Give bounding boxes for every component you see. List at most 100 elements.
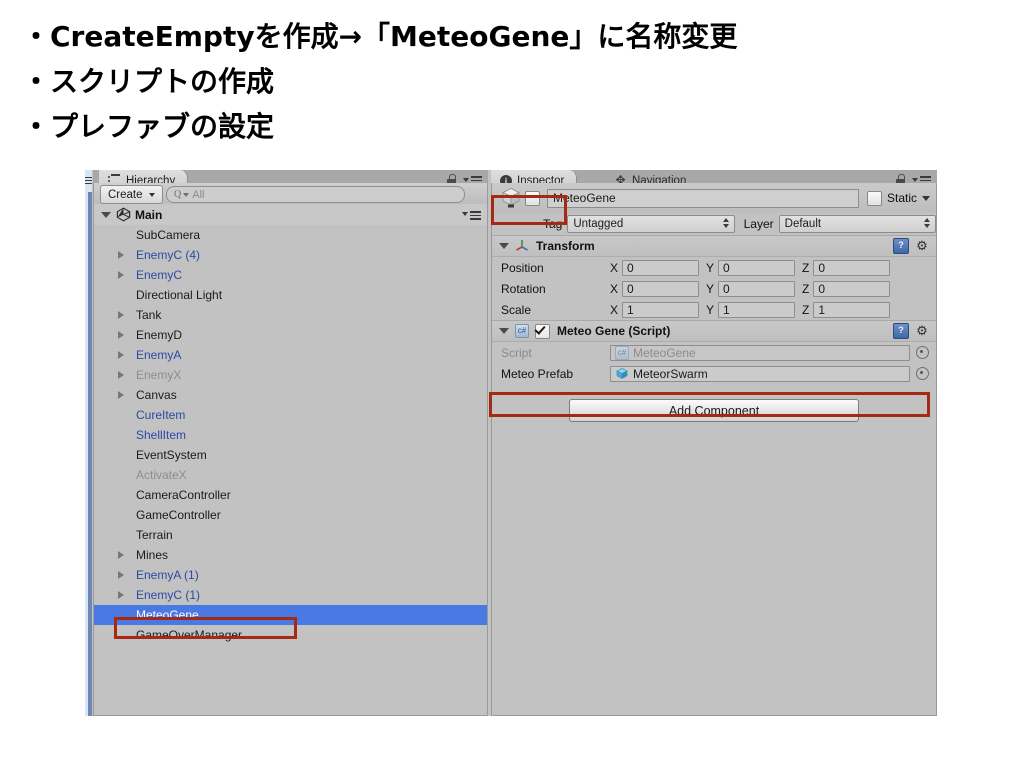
hierarchy-item[interactable]: EnemyA (1) (94, 565, 487, 585)
script-object-picker-icon[interactable] (916, 346, 929, 359)
hierarchy-item[interactable]: Terrain (94, 525, 487, 545)
layer-dropdown[interactable]: Default (778, 214, 936, 233)
left-strip-menu-icon[interactable] (85, 175, 92, 184)
help-icon[interactable]: ? (893, 238, 909, 254)
transform-axis-x-group: X0 (610, 280, 700, 297)
hierarchy-item[interactable]: EnemyC (4) (94, 245, 487, 265)
hierarchy-item-label: GameOverManager (136, 628, 243, 642)
transform-expand-triangle-icon[interactable] (499, 243, 509, 249)
axis-label-x: X (610, 302, 619, 317)
transform-x-input[interactable]: 0 (622, 280, 700, 297)
transform-y-input[interactable]: 0 (718, 259, 796, 276)
meteo-prefab-object-field[interactable]: MeteorSwarm (610, 365, 910, 382)
meteo-prefab-value: MeteorSwarm (633, 366, 708, 381)
hierarchy-item[interactable]: GameOverManager (94, 625, 487, 645)
transform-x-value: 0 (627, 281, 634, 296)
hierarchy-item[interactable]: ShellItem (94, 425, 487, 445)
static-dropdown-chevron-icon[interactable] (922, 195, 930, 201)
expand-triangle-icon[interactable] (118, 571, 124, 579)
meteo-prefab-row: Meteo Prefab MeteorSwarm (492, 363, 936, 384)
script-expand-triangle-icon[interactable] (499, 328, 509, 334)
bullet-line-1: ・CreateEmptyを作成→「MeteoGene」に名称変更 (22, 20, 738, 53)
hierarchy-item-label: ActivateX (136, 468, 187, 482)
hierarchy-panel: Hierarchy Create Q All Main SubCamera En… (93, 170, 488, 716)
script-object-value: MeteoGene (633, 345, 696, 360)
scene-row-main[interactable]: Main (94, 204, 487, 226)
create-button[interactable]: Create (100, 185, 163, 204)
expand-triangle-icon[interactable] (118, 271, 124, 279)
add-component-button[interactable]: Add Component (569, 399, 859, 422)
expand-triangle-icon[interactable] (118, 591, 124, 599)
hierarchy-item[interactable]: EnemyC (94, 265, 487, 285)
gameobject-header: MeteoGene Static (492, 183, 936, 213)
hierarchy-item[interactable]: ActivateX (94, 465, 487, 485)
script-component-header[interactable]: c# Meteo Gene (Script) ? ⚙ (492, 320, 936, 342)
hierarchy-item[interactable]: Directional Light (94, 285, 487, 305)
slide-root: ・CreateEmptyを作成→「MeteoGene」に名称変更 ・スクリプトの… (0, 0, 1024, 768)
hierarchy-item[interactable]: MeteoGene (94, 605, 487, 625)
hierarchy-item[interactable]: EnemyC (1) (94, 585, 487, 605)
static-checkbox[interactable] (866, 190, 882, 206)
script-header-icons: ? ⚙ (893, 323, 929, 339)
hierarchy-item[interactable]: Canvas (94, 385, 487, 405)
expand-triangle-icon[interactable] (118, 551, 124, 559)
tag-dropdown[interactable]: Untagged (567, 214, 735, 233)
hierarchy-item[interactable]: EnemyA (94, 345, 487, 365)
transform-z-input[interactable]: 1 (813, 301, 891, 318)
expand-triangle-icon[interactable] (118, 391, 124, 399)
expand-triangle-icon[interactable] (118, 251, 124, 259)
gameobject-active-checkbox[interactable] (525, 190, 540, 206)
search-icon: Q (174, 189, 182, 200)
transform-z-value: 0 (818, 281, 826, 296)
transform-component-header[interactable]: Transform ? ⚙ (492, 235, 936, 257)
transform-y-input[interactable]: 1 (718, 301, 796, 318)
hierarchy-item-list[interactable]: SubCamera EnemyC (4) EnemyC Directional Lig… (94, 225, 487, 715)
transform-z-input[interactable]: 0 (813, 280, 891, 297)
scene-expand-triangle-icon[interactable] (101, 211, 111, 218)
transform-x-input[interactable]: 1 (622, 301, 700, 318)
transform-axis-y-group: Y0 (706, 259, 796, 276)
scene-options-menu-icon[interactable] (462, 209, 481, 220)
expand-triangle-icon[interactable] (118, 331, 124, 339)
transform-y-value: 0 (723, 260, 730, 275)
bullet-list: ・CreateEmptyを作成→「MeteoGene」に名称変更 ・スクリプトの… (22, 14, 1002, 149)
hierarchy-item[interactable]: Tank (94, 305, 487, 325)
hierarchy-item[interactable]: Mines (94, 545, 487, 565)
gameobject-cube-icon (498, 186, 525, 210)
gear-icon[interactable]: ⚙ (915, 324, 929, 338)
hierarchy-item[interactable]: EventSystem (94, 445, 487, 465)
axis-label-z: Z (802, 302, 810, 317)
transform-row: Rotation X 0 Y 0 Z 0 (492, 278, 936, 299)
hierarchy-item-label: CameraController (136, 488, 231, 502)
gear-icon[interactable]: ⚙ (915, 239, 929, 253)
transform-y-input[interactable]: 0 (718, 280, 796, 297)
expand-triangle-icon[interactable] (118, 311, 124, 319)
script-enabled-checkbox[interactable] (535, 323, 550, 339)
meteo-prefab-label: Meteo Prefab (501, 366, 574, 381)
hierarchy-item-label: Tank (136, 308, 162, 322)
hierarchy-item[interactable]: SubCamera (94, 225, 487, 245)
static-label: Static (886, 191, 917, 205)
help-icon[interactable]: ? (893, 323, 909, 339)
unity-editor-window: Hierarchy Create Q All Main SubCamera En… (85, 170, 937, 716)
transform-z-input[interactable]: 0 (813, 259, 891, 276)
hierarchy-item[interactable]: GameController (94, 505, 487, 525)
tag-layer-row: Tag Untagged Layer Default (492, 213, 936, 234)
hierarchy-item[interactable]: EnemyX (94, 365, 487, 385)
search-filter-chevron-icon (183, 192, 190, 197)
layer-label: Layer (743, 216, 774, 231)
unity-scene-icon (116, 207, 131, 222)
expand-triangle-icon[interactable] (118, 371, 124, 379)
hierarchy-item[interactable]: EnemyD (94, 325, 487, 345)
hierarchy-item[interactable]: CureItem (94, 405, 487, 425)
gameobject-name-value: MeteoGene (553, 191, 616, 205)
gameobject-name-input[interactable]: MeteoGene (547, 188, 859, 208)
hierarchy-item[interactable]: CameraController (94, 485, 487, 505)
meteo-prefab-picker-icon[interactable] (916, 367, 929, 380)
transform-x-value: 1 (627, 302, 634, 317)
expand-triangle-icon[interactable] (118, 351, 124, 359)
hierarchy-search-input[interactable]: Q All (166, 186, 465, 203)
hierarchy-item-label: EnemyX (136, 368, 182, 382)
bullet-line-2: ・スクリプトの作成 (22, 65, 275, 98)
transform-x-input[interactable]: 0 (622, 259, 700, 276)
